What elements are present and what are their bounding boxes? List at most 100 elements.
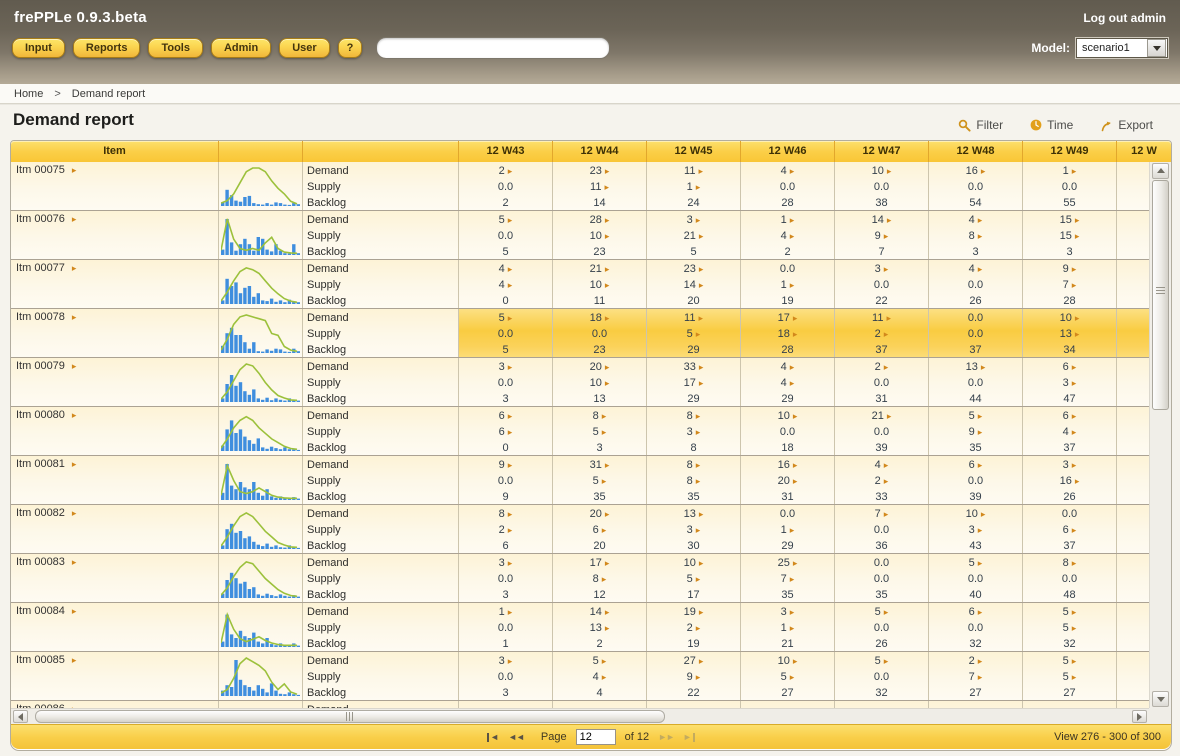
drilldown-arrow-icon[interactable]: ▸	[696, 575, 701, 584]
drilldown-arrow-icon[interactable]: ▸	[696, 330, 701, 339]
cell-value[interactable]: 2▸	[459, 522, 552, 538]
item-cell[interactable]: Itm 00080▸	[11, 407, 219, 455]
cell-value[interactable]: 7▸	[741, 571, 834, 587]
drilldown-arrow-icon[interactable]: ▸	[605, 461, 610, 470]
drilldown-arrow-icon[interactable]: ▸	[1072, 673, 1077, 682]
cell-value[interactable]: 14▸	[647, 277, 740, 293]
drilldown-arrow-icon[interactable]: ▸	[72, 165, 77, 175]
cell-value[interactable]: 11▸	[647, 163, 740, 179]
cell-value[interactable]: 1▸	[1023, 163, 1116, 179]
cell-value[interactable]: 5▸	[929, 408, 1022, 424]
drilldown-arrow-icon[interactable]: ▸	[508, 314, 513, 323]
drilldown-arrow-icon[interactable]: ▸	[699, 510, 704, 519]
drilldown-arrow-icon[interactable]: ▸	[884, 363, 889, 372]
drilldown-arrow-icon[interactable]: ▸	[508, 363, 513, 372]
scroll-down-button[interactable]	[1152, 691, 1169, 707]
cell-value[interactable]: 7▸	[835, 506, 928, 522]
next-page-button[interactable]: ►►	[658, 733, 674, 742]
drilldown-arrow-icon[interactable]: ▸	[793, 461, 798, 470]
cell-value[interactable]: 5▸	[929, 555, 1022, 571]
drilldown-arrow-icon[interactable]: ▸	[790, 526, 795, 535]
column-header-week-44[interactable]: 12 W44	[553, 141, 647, 162]
cell-value[interactable]: 3▸	[835, 261, 928, 277]
menu-button-admin[interactable]: Admin	[211, 38, 271, 58]
column-header-week-47[interactable]: 12 W47	[835, 141, 929, 162]
drilldown-arrow-icon[interactable]: ▸	[605, 624, 610, 633]
cell-value[interactable]: 6▸	[929, 604, 1022, 620]
drilldown-arrow-icon[interactable]: ▸	[72, 655, 77, 665]
cell-value[interactable]: 1▸	[741, 277, 834, 293]
drilldown-arrow-icon[interactable]: ▸	[508, 657, 513, 666]
cell-value[interactable]: 10▸	[929, 506, 1022, 522]
cell-value[interactable]: 5▸	[459, 310, 552, 326]
cell-value[interactable]: 4▸	[929, 261, 1022, 277]
horizontal-scrollbar[interactable]	[11, 708, 1149, 724]
drilldown-arrow-icon[interactable]: ▸	[602, 412, 607, 421]
cell-value[interactable]: 4▸	[459, 261, 552, 277]
cell-value[interactable]: 5▸	[553, 424, 646, 440]
cell-value[interactable]: 8▸	[647, 457, 740, 473]
drilldown-arrow-icon[interactable]: ▸	[790, 575, 795, 584]
drilldown-arrow-icon[interactable]: ▸	[978, 265, 983, 274]
cell-value[interactable]: 1▸	[741, 620, 834, 636]
cell-value[interactable]: 6▸	[929, 457, 1022, 473]
menu-button-tools[interactable]: Tools	[148, 38, 203, 58]
drilldown-arrow-icon[interactable]: ▸	[887, 216, 892, 225]
drilldown-arrow-icon[interactable]: ▸	[793, 412, 798, 421]
item-cell[interactable]: Itm 00085▸	[11, 652, 219, 700]
drilldown-arrow-icon[interactable]: ▸	[699, 281, 704, 290]
drilldown-arrow-icon[interactable]: ▸	[72, 410, 77, 420]
cell-value[interactable]: 13▸	[647, 506, 740, 522]
item-cell[interactable]: Itm 00078▸	[11, 309, 219, 357]
drilldown-arrow-icon[interactable]: ▸	[1072, 526, 1077, 535]
item-cell[interactable]: Itm 00081▸	[11, 456, 219, 504]
drilldown-arrow-icon[interactable]: ▸	[72, 557, 77, 567]
cell-value[interactable]: 8▸	[647, 473, 740, 489]
drilldown-arrow-icon[interactable]: ▸	[1072, 428, 1077, 437]
cell-value[interactable]: 10▸	[553, 228, 646, 244]
cell-value[interactable]: 13▸	[929, 359, 1022, 375]
cell-value[interactable]: 8▸	[647, 408, 740, 424]
cell-value[interactable]: 3▸	[929, 522, 1022, 538]
scroll-right-button[interactable]	[1132, 710, 1147, 723]
item-cell[interactable]: Itm 00084▸	[11, 603, 219, 651]
cell-value[interactable]: 5▸	[647, 326, 740, 342]
drilldown-arrow-icon[interactable]: ▸	[602, 657, 607, 666]
drilldown-arrow-icon[interactable]: ▸	[698, 314, 703, 323]
drilldown-arrow-icon[interactable]: ▸	[696, 624, 701, 633]
drilldown-arrow-icon[interactable]: ▸	[72, 312, 77, 322]
cell-value[interactable]: 13▸	[1023, 326, 1116, 342]
cell-value[interactable]: 10▸	[835, 163, 928, 179]
drilldown-arrow-icon[interactable]: ▸	[790, 624, 795, 633]
cell-value[interactable]: 21▸	[553, 261, 646, 277]
cell-value[interactable]: 2▸	[647, 620, 740, 636]
cell-value[interactable]: 15▸	[1023, 228, 1116, 244]
drilldown-arrow-icon[interactable]: ▸	[508, 265, 513, 274]
item-cell[interactable]: Itm 00076▸	[11, 211, 219, 259]
cell-value[interactable]: 18▸	[553, 310, 646, 326]
cell-value[interactable]: 5▸	[835, 604, 928, 620]
drilldown-arrow-icon[interactable]: ▸	[1072, 412, 1077, 421]
cell-value[interactable]: 5▸	[835, 653, 928, 669]
drilldown-arrow-icon[interactable]: ▸	[884, 265, 889, 274]
drilldown-arrow-icon[interactable]: ▸	[699, 608, 704, 617]
cell-value[interactable]: 5▸	[459, 212, 552, 228]
cell-value[interactable]: 8▸	[553, 571, 646, 587]
help-button[interactable]: ?	[338, 38, 363, 58]
cell-value[interactable]: 7▸	[929, 669, 1022, 685]
page-number-input[interactable]	[576, 729, 616, 745]
drilldown-arrow-icon[interactable]: ▸	[605, 510, 610, 519]
drilldown-arrow-icon[interactable]: ▸	[978, 608, 983, 617]
cell-value[interactable]: 4▸	[741, 228, 834, 244]
column-header-week-46[interactable]: 12 W46	[741, 141, 835, 162]
cell-value[interactable]: 16▸	[929, 163, 1022, 179]
cell-value[interactable]: 15▸	[1023, 212, 1116, 228]
drilldown-arrow-icon[interactable]: ▸	[978, 461, 983, 470]
cell-value[interactable]: 9▸	[835, 228, 928, 244]
drilldown-arrow-icon[interactable]: ▸	[790, 167, 795, 176]
cell-value[interactable]: 8▸	[1023, 555, 1116, 571]
drilldown-arrow-icon[interactable]: ▸	[696, 183, 701, 192]
drilldown-arrow-icon[interactable]: ▸	[602, 428, 607, 437]
drilldown-arrow-icon[interactable]: ▸	[793, 657, 798, 666]
cell-value[interactable]: 4▸	[929, 212, 1022, 228]
